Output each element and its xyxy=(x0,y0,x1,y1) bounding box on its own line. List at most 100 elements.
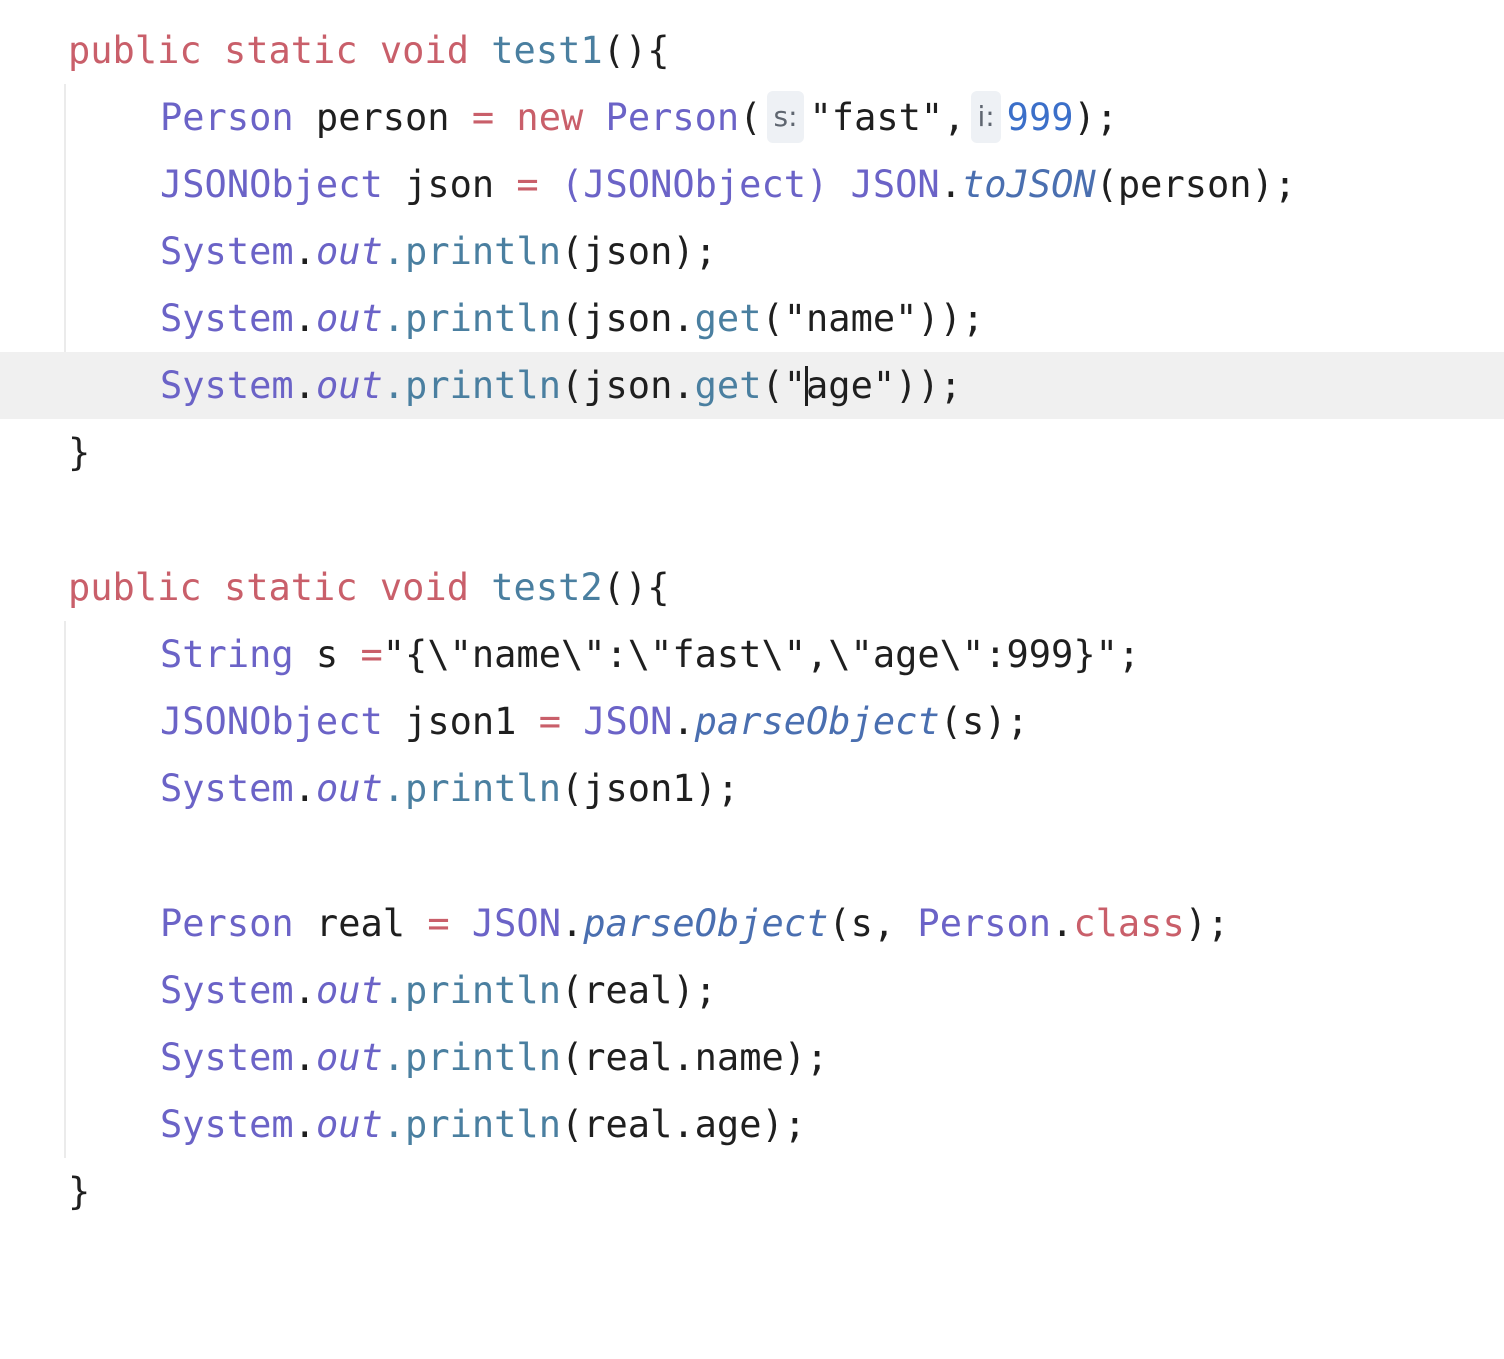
method-name: test1 xyxy=(491,29,603,72)
code-line[interactable]: Person real = JSON.parseObject(s, Person… xyxy=(0,890,1504,957)
constructor-name: Person xyxy=(605,96,740,139)
keyword-void: void xyxy=(379,566,469,609)
statement: Person real = JSON.parseObject(s, Person… xyxy=(160,890,1229,957)
keyword-class: class xyxy=(1073,902,1185,945)
method-signature: public static void test2(){ xyxy=(68,554,669,621)
method-call: .println xyxy=(382,230,561,273)
statement: String s ="{\"name\":\"fast\",\"age\":99… xyxy=(160,621,1140,688)
arguments: (s, xyxy=(828,902,918,945)
arguments: age")); xyxy=(806,364,962,407)
keyword-public: public xyxy=(68,29,202,72)
keyword-static: static xyxy=(223,29,358,72)
keyword-void: void xyxy=(379,29,469,72)
method-call: .println xyxy=(382,1103,561,1146)
code-line[interactable]: public static void test1(){ xyxy=(0,17,1504,84)
keyword-static: static xyxy=(223,566,358,609)
closing-brace: } xyxy=(68,1170,91,1213)
class-name: JSON xyxy=(560,700,673,743)
method-call: .println xyxy=(382,767,561,810)
dot: . xyxy=(293,1103,316,1146)
code-line[interactable]: System.out.println(real.name); xyxy=(0,1024,1504,1091)
class-name: System xyxy=(160,297,294,340)
variable-name: real xyxy=(293,902,428,945)
keyword-public: public xyxy=(68,566,202,609)
operator: = xyxy=(471,96,495,139)
variable-name: json xyxy=(382,163,517,206)
type-name: JSONObject xyxy=(160,163,383,206)
variable-name: person xyxy=(293,96,472,139)
arguments: ("name")); xyxy=(761,297,985,340)
method-call: .println xyxy=(382,969,561,1012)
code-line[interactable]: System.out.println(real); xyxy=(0,957,1504,1024)
statement: System.out.println(real.age); xyxy=(160,1091,806,1158)
arguments: (json. xyxy=(560,297,695,340)
class-name: System xyxy=(160,364,294,407)
dot: . xyxy=(560,902,584,945)
method-name: test2 xyxy=(491,566,603,609)
signature-tail: (){ xyxy=(602,29,670,72)
string-literal: "fast", xyxy=(809,96,966,139)
arguments: (json1); xyxy=(560,767,740,810)
code-line[interactable]: JSONObject json = (JSONObject) JSON.toJS… xyxy=(0,151,1504,218)
code-line[interactable]: JSONObject json1 = JSON.parseObject(s); xyxy=(0,688,1504,755)
dot: . xyxy=(293,1036,316,1079)
current-code-line[interactable]: System.out.println(json.get("age")); xyxy=(0,352,1504,419)
arguments: (json. xyxy=(560,364,695,407)
statement: System.out.println(json); xyxy=(160,218,717,285)
method-call: get xyxy=(694,364,762,407)
dot: . xyxy=(293,969,316,1012)
operator: = xyxy=(538,700,561,743)
static-method: toJSON xyxy=(961,163,1096,206)
code-line[interactable]: System.out.println(json1); xyxy=(0,755,1504,822)
type-name: String xyxy=(160,633,294,676)
static-field: out xyxy=(315,1036,383,1079)
code-line[interactable]: } xyxy=(0,419,1504,486)
code-line[interactable]: System.out.println(json.get("name")); xyxy=(0,285,1504,352)
statement-end: ); xyxy=(1073,96,1119,139)
type-name: Person xyxy=(917,902,1052,945)
class-name: System xyxy=(160,969,294,1012)
static-field: out xyxy=(315,969,383,1012)
string-literal: "{\"name\":\"fast\",\"age\":999}"; xyxy=(382,633,1141,676)
code-line[interactable]: System.out.println(json); xyxy=(0,218,1504,285)
type-name: JSONObject xyxy=(160,700,383,743)
arguments: (real.age); xyxy=(560,1103,807,1146)
arguments: (real.name); xyxy=(560,1036,829,1079)
class-name: System xyxy=(160,1103,294,1146)
operator: = xyxy=(427,902,450,945)
variable-name: json1 xyxy=(382,700,539,743)
method-call: .println xyxy=(382,364,561,407)
code-line[interactable]: Person person = new Person(s: "fast", i: 99… xyxy=(0,84,1504,151)
statement: System.out.println(json.get("age")); xyxy=(160,352,962,419)
static-method: parseObject xyxy=(694,700,940,743)
statement: JSONObject json1 = JSON.parseObject(s); xyxy=(160,688,1029,755)
keyword-new: new xyxy=(494,96,606,139)
class-name: JSON xyxy=(449,902,561,945)
dot: . xyxy=(1051,902,1074,945)
parameter-hint-s: s: xyxy=(767,91,804,143)
dot: . xyxy=(293,364,316,407)
static-method: parseObject xyxy=(583,902,829,945)
static-field: out xyxy=(315,230,383,273)
code-line[interactable]: System.out.println(real.age); xyxy=(0,1091,1504,1158)
paren: ( xyxy=(739,96,762,139)
type-name: Person xyxy=(160,96,294,139)
dot: . xyxy=(293,297,316,340)
signature-tail: (){ xyxy=(602,566,670,609)
dot: . xyxy=(672,700,695,743)
method-call: .println xyxy=(382,297,561,340)
method-signature: public static void test1(){ xyxy=(68,17,669,84)
method-call: get xyxy=(694,297,762,340)
code-line[interactable]: } xyxy=(0,1158,1504,1225)
method-call: .println xyxy=(382,1036,561,1079)
static-field: out xyxy=(315,1103,383,1146)
number-literal: 999 xyxy=(1006,96,1074,139)
cast-expression: (JSONObject) xyxy=(538,163,851,206)
code-line[interactable]: String s ="{\"name\":\"fast\",\"age\":99… xyxy=(0,621,1504,688)
statement: System.out.println(real); xyxy=(160,957,717,1024)
statement: System.out.println(json1); xyxy=(160,755,739,822)
code-editor[interactable]: public static void test1(){ Person perso… xyxy=(0,0,1504,1254)
static-field: out xyxy=(315,364,383,407)
code-line[interactable]: public static void test2(){ xyxy=(0,554,1504,621)
operator: = xyxy=(516,163,539,206)
